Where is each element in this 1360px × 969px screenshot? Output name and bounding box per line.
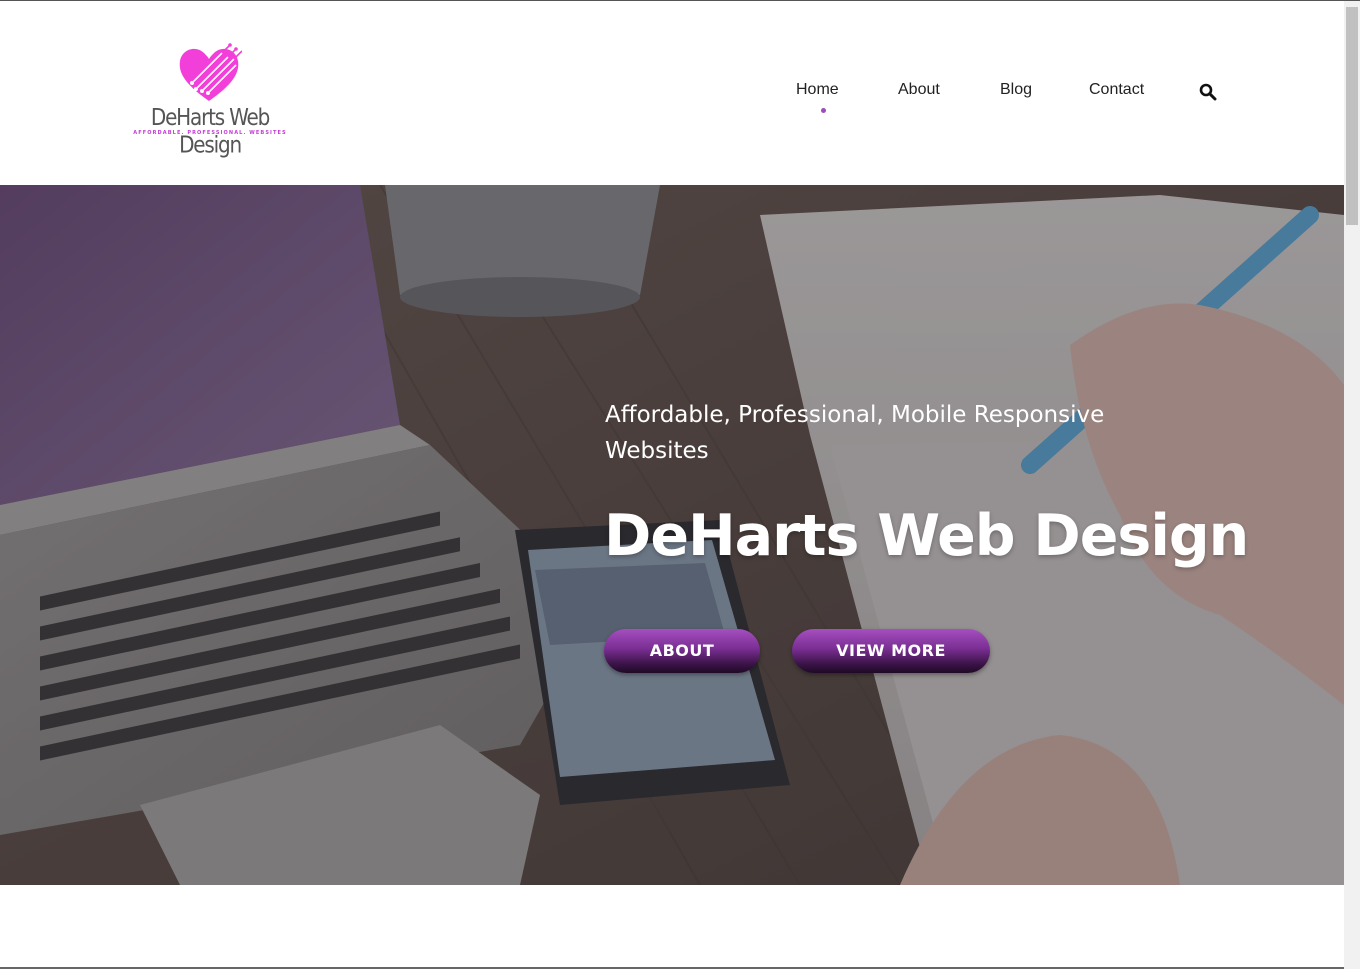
nav-item-about[interactable]: About	[898, 81, 940, 99]
nav-item-home[interactable]: Home	[796, 81, 839, 99]
search-icon[interactable]	[1199, 83, 1217, 101]
logo-tagline: AFFORDABLE. PROFESSIONAL. WEBSITES	[133, 130, 287, 136]
vertical-scrollbar[interactable]	[1344, 1, 1360, 969]
hero-section: Affordable, Professional, Mobile Respons…	[0, 185, 1344, 885]
hero-title: DeHarts Web Design	[604, 503, 1249, 569]
nav-item-contact[interactable]: Contact	[1089, 81, 1144, 99]
view-more-button[interactable]: VIEW MORE	[792, 629, 990, 673]
active-indicator-dot	[821, 108, 826, 113]
site-header: DeHarts Web Design AFFORDABLE. PROFESSIO…	[0, 1, 1344, 185]
main-nav: Home About Blog Contact	[0, 81, 1344, 121]
scrollbar-thumb[interactable]	[1346, 7, 1358, 225]
about-button[interactable]: ABOUT	[604, 629, 760, 673]
nav-item-blog[interactable]: Blog	[1000, 81, 1032, 99]
hero-tagline: Affordable, Professional, Mobile Respons…	[605, 402, 1105, 464]
